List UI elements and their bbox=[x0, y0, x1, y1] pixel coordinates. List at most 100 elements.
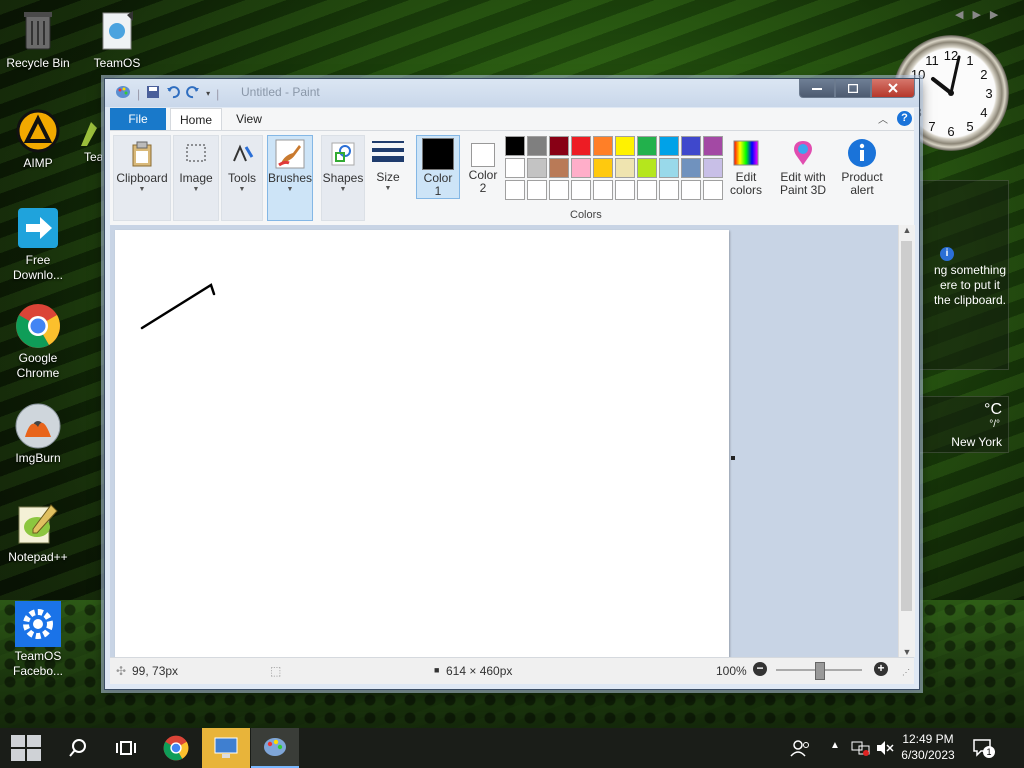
paint-app-icon[interactable] bbox=[115, 84, 131, 103]
color-swatch[interactable] bbox=[703, 158, 723, 178]
clock-number: 7 bbox=[928, 119, 935, 134]
resize-grip-icon[interactable]: ⋰ bbox=[902, 668, 910, 677]
tab-file[interactable]: File bbox=[110, 108, 166, 130]
image-label: Image bbox=[179, 171, 213, 185]
network-icon[interactable] bbox=[851, 740, 871, 759]
zoom-slider[interactable] bbox=[776, 662, 862, 680]
brush-icon bbox=[274, 138, 306, 170]
widget-nav-arrows[interactable]: ◀▶▶ bbox=[955, 8, 1007, 21]
zoom-in-button[interactable]: + bbox=[874, 662, 888, 676]
people-icon[interactable] bbox=[790, 739, 810, 760]
color-swatch[interactable] bbox=[659, 158, 679, 178]
scrollbar-thumb[interactable] bbox=[901, 241, 912, 611]
start-button[interactable] bbox=[2, 728, 50, 768]
color-swatch[interactable] bbox=[593, 158, 613, 178]
color-swatch[interactable] bbox=[549, 136, 569, 156]
color-swatch[interactable] bbox=[571, 136, 591, 156]
zoom-out-button[interactable]: − bbox=[753, 662, 767, 676]
volume-muted-icon[interactable] bbox=[876, 740, 894, 759]
desktop-icon-recycle-bin[interactable]: Recycle Bin bbox=[0, 8, 76, 71]
desktop-icon-partial[interactable]: Tea bbox=[62, 120, 102, 165]
color-swatch[interactable] bbox=[505, 136, 525, 156]
canvas-resize-handle[interactable] bbox=[731, 456, 735, 460]
taskbar-remote-desktop[interactable] bbox=[202, 728, 250, 768]
selection-size-icon: ⬚ bbox=[270, 664, 282, 678]
color-swatch[interactable] bbox=[527, 136, 547, 156]
scroll-down-icon[interactable]: ▼ bbox=[899, 647, 915, 657]
clock-number: 5 bbox=[966, 119, 973, 134]
chevron-down-icon: ▼ bbox=[384, 185, 392, 192]
image-button[interactable]: Image ▼ bbox=[173, 135, 219, 221]
desktop-icon-google-chrome[interactable]: Google Chrome bbox=[0, 303, 76, 381]
desktop-icon-notepad-plus-plus[interactable]: Notepad++ bbox=[0, 502, 76, 565]
save-icon[interactable] bbox=[146, 85, 160, 102]
redo-icon[interactable] bbox=[186, 85, 200, 102]
tools-button[interactable]: Tools ▼ bbox=[221, 135, 263, 221]
product-alert-button[interactable]: Product alert bbox=[836, 135, 888, 219]
color-swatch[interactable] bbox=[549, 158, 569, 178]
vertical-scrollbar[interactable]: ▲ ▼ bbox=[898, 225, 915, 657]
color2-label: Color 2 bbox=[468, 168, 498, 195]
color-swatch[interactable] bbox=[527, 158, 547, 178]
color-swatch[interactable] bbox=[659, 180, 679, 200]
edit-with-paint3d-button[interactable]: Edit with Paint 3D bbox=[775, 135, 831, 219]
customize-qat-icon[interactable]: ▾ bbox=[206, 89, 210, 98]
color-swatch[interactable] bbox=[615, 136, 635, 156]
zoom-slider-thumb[interactable] bbox=[815, 662, 825, 680]
minimize-button[interactable] bbox=[799, 79, 835, 98]
action-center-button[interactable]: 1 bbox=[972, 738, 995, 761]
maximize-button[interactable] bbox=[835, 79, 871, 98]
color-swatch[interactable] bbox=[703, 136, 723, 156]
desktop-icon-teamos-facebook[interactable]: TeamOS Facebo... bbox=[0, 601, 76, 679]
tab-home[interactable]: Home bbox=[170, 108, 222, 131]
size-button[interactable]: Size ▼ bbox=[368, 135, 408, 219]
color-swatch[interactable] bbox=[681, 180, 701, 200]
desktop-icon-free-download-manager[interactable]: Free Downlo... bbox=[0, 205, 76, 283]
show-hidden-icons-icon[interactable]: ▲ bbox=[830, 740, 840, 751]
desktop-icon-teamos[interactable]: TeamOS bbox=[79, 8, 155, 71]
color-swatch[interactable] bbox=[593, 136, 613, 156]
help-icon[interactable]: ? bbox=[897, 111, 912, 126]
weather-value: °/° bbox=[989, 419, 1000, 430]
info-icon bbox=[846, 137, 878, 169]
color-swatch[interactable] bbox=[615, 158, 635, 178]
task-view-button[interactable] bbox=[102, 728, 150, 768]
chevron-down-icon: ▼ bbox=[286, 186, 294, 193]
color-swatch[interactable] bbox=[527, 180, 547, 200]
edit-colors-button[interactable]: Edit colors bbox=[726, 135, 766, 219]
clipboard-note-line: ere to put it bbox=[939, 278, 1000, 292]
color1-swatch bbox=[422, 138, 454, 170]
color-swatch[interactable] bbox=[637, 136, 657, 156]
color-swatch[interactable] bbox=[637, 158, 657, 178]
color1-button[interactable]: Color 1 bbox=[416, 135, 460, 199]
undo-icon[interactable] bbox=[166, 85, 180, 102]
color-swatch[interactable] bbox=[659, 136, 679, 156]
color-swatch[interactable] bbox=[571, 180, 591, 200]
clipboard-button[interactable]: Clipboard ▼ bbox=[113, 135, 171, 221]
color-swatch[interactable] bbox=[615, 180, 635, 200]
color-swatch[interactable] bbox=[505, 180, 525, 200]
color2-button[interactable]: Color 2 bbox=[463, 135, 503, 219]
close-button[interactable] bbox=[871, 79, 915, 98]
taskbar-clock[interactable]: 12:49 PM 6/30/2023 bbox=[900, 731, 956, 763]
title-bar[interactable]: | ▾ | Untitled - Paint bbox=[105, 79, 919, 107]
color-swatch[interactable] bbox=[505, 158, 525, 178]
collapse-ribbon-icon[interactable]: ︿ bbox=[878, 111, 888, 126]
shapes-button[interactable]: Shapes ▼ bbox=[321, 135, 365, 221]
color-swatch[interactable] bbox=[637, 180, 657, 200]
drawing-canvas[interactable] bbox=[115, 230, 729, 657]
color-swatch[interactable] bbox=[593, 180, 613, 200]
desktop-icon-imgburn[interactable]: ImgBurn bbox=[0, 403, 76, 466]
color-swatch[interactable] bbox=[703, 180, 723, 200]
color-swatch[interactable] bbox=[549, 180, 569, 200]
taskbar-paint[interactable] bbox=[251, 728, 299, 768]
tab-view[interactable]: View bbox=[224, 108, 274, 130]
taskbar-chrome[interactable] bbox=[152, 728, 200, 768]
color-swatch[interactable] bbox=[681, 158, 701, 178]
search-button[interactable] bbox=[54, 728, 102, 768]
color-swatch[interactable] bbox=[681, 136, 701, 156]
color-swatch[interactable] bbox=[571, 158, 591, 178]
brushes-button[interactable]: Brushes ▼ bbox=[267, 135, 313, 221]
scroll-up-icon[interactable]: ▲ bbox=[899, 225, 915, 235]
paint-window[interactable]: | ▾ | Untitled - Paint File Home View ︿ … bbox=[104, 78, 920, 690]
